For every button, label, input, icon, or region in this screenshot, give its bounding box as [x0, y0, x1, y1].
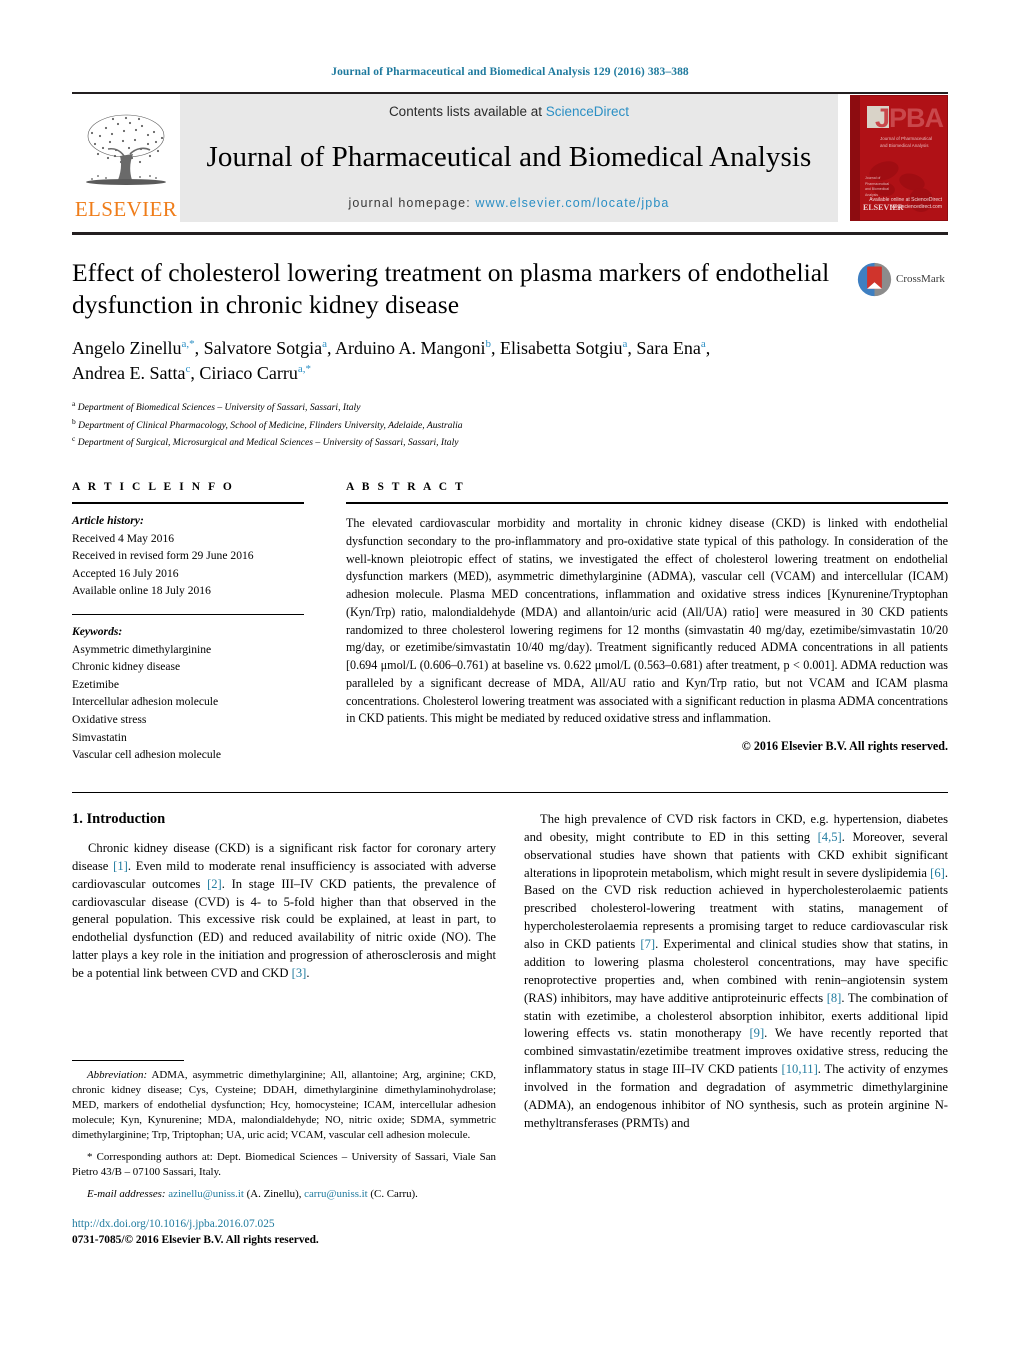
- crossmark-icon: [856, 261, 893, 297]
- title-block: CrossMark Effect of cholesterol lowering…: [72, 257, 948, 451]
- sciencedirect-link[interactable]: ScienceDirect: [546, 104, 629, 119]
- journal-homepage-line: journal homepage: www.elsevier.com/locat…: [349, 196, 670, 210]
- keyword-item: Simvastatin: [72, 730, 127, 744]
- keywords-separator-rule: [72, 614, 304, 616]
- running-head: Journal of Pharmaceutical and Biomedical…: [331, 66, 689, 78]
- keywords-label: Keywords:: [72, 625, 123, 639]
- cover-subtitle: Journal of Pharmaceutical and Biomedical…: [880, 136, 933, 148]
- footnote-region: Abbreviation: ADMA, asymmetric dimethyla…: [72, 1060, 496, 1202]
- crossmark-badge[interactable]: CrossMark: [856, 259, 948, 299]
- affiliation-list: a Department of Biomedical Sciences – Un…: [72, 398, 948, 451]
- history-item: Available online 18 July 2016: [72, 584, 211, 598]
- affiliation-item: b Department of Clinical Pharmacology, S…: [72, 416, 463, 431]
- keyword-item: Oxidative stress: [72, 713, 147, 727]
- homepage-url-link[interactable]: www.elsevier.com/locate/jpba: [475, 196, 669, 210]
- journal-cover-thumbnail: JPBA Journal of Pharmaceutical and Biome…: [838, 94, 948, 222]
- intro-paragraph-right: The high prevalence of CVD risk factors …: [524, 811, 948, 1130]
- affiliation-item: c Department of Surgical, Microsurgical …: [72, 434, 459, 449]
- abstract-column: A B S T R A C T The elevated cardiovascu…: [346, 481, 948, 764]
- doi-block: http://dx.doi.org/10.1016/j.jpba.2016.07…: [72, 1216, 496, 1248]
- masthead-center-panel: Contents lists available at ScienceDirec…: [180, 94, 838, 222]
- author-list: Angelo Zinellua,*, Salvatore Sotgiaa, Ar…: [72, 336, 948, 385]
- keyword-item: Vascular cell adhesion molecule: [72, 748, 222, 762]
- keyword-item: Ezetimibe: [72, 677, 119, 691]
- issn-copyright-line: 0731-7085/© 2016 Elsevier B.V. All right…: [72, 1234, 319, 1247]
- info-abstract-region: A R T I C L E I N F O Article history: R…: [72, 481, 948, 764]
- cover-sciencedirect-mark: Available online at ScienceDirect www.sc…: [869, 197, 942, 210]
- abstract-copyright: © 2016 Elsevier B.V. All rights reserved…: [741, 739, 948, 754]
- cover-image: JPBA Journal of Pharmaceutical and Biome…: [850, 95, 948, 221]
- contents-available-line: Contents lists available at ScienceDirec…: [389, 104, 629, 119]
- abstract-rule: [346, 502, 948, 504]
- elsevier-wordmark: ELSEVIER: [74, 197, 178, 221]
- section-heading-introduction: 1. Introduction: [72, 810, 166, 827]
- keyword-item: Chronic kidney disease: [72, 660, 181, 674]
- abstract-heading: A B S T R A C T: [346, 481, 466, 493]
- cover-side-label: Journal of Pharmaceutical and Biomedical…: [865, 176, 890, 197]
- article-history-label: Article history:: [72, 514, 144, 527]
- intro-paragraph-left: Chronic kidney disease (CKD) is a signif…: [72, 840, 496, 981]
- article-info-heading: A R T I C L E I N F O: [72, 481, 235, 493]
- footnote-rule: [72, 1060, 184, 1061]
- doi-link[interactable]: http://dx.doi.org/10.1016/j.jpba.2016.07…: [72, 1216, 496, 1232]
- contents-prefix: Contents lists available at: [388, 104, 546, 119]
- history-item: Accepted 16 July 2016: [72, 566, 179, 580]
- keyword-item: Intercellular adhesion molecule: [72, 695, 219, 709]
- journal-masthead: ELSEVIER Contents lists available at Sci…: [72, 92, 948, 222]
- history-item: Received in revised form 29 June 2016: [72, 549, 254, 563]
- elsevier-logo: ELSEVIER: [72, 94, 180, 222]
- body-right-column: The high prevalence of CVD risk factors …: [524, 811, 948, 1133]
- keywords-block: Keywords: Asymmetric dimethylarginine Ch…: [72, 623, 304, 764]
- keyword-item: Asymmetric dimethylarginine: [72, 642, 212, 656]
- homepage-prefix: journal homepage:: [348, 195, 476, 210]
- journal-title: Journal of Pharmaceutical and Biomedical…: [206, 140, 812, 173]
- article-history-block: Article history: Received 4 May 2016 Rec…: [72, 512, 304, 600]
- abbreviation-footnote: Abbreviation: ADMA, asymmetric dimethyla…: [72, 1069, 496, 1142]
- page-title: Effect of cholesterol lowering treatment…: [72, 258, 830, 320]
- abstract-text: The elevated cardiovascular morbidity an…: [346, 516, 948, 726]
- history-item: Received 4 May 2016: [72, 531, 175, 545]
- masthead-bottom-rule: [72, 232, 948, 235]
- author-line-1: Angelo Zinellua,*, Salvatore Sotgiaa, Ar…: [72, 338, 711, 359]
- elsevier-tree-icon: [86, 114, 166, 185]
- corresponding-author-footnote: * Corresponding authors at: Dept. Biomed…: [72, 1151, 496, 1179]
- body-top-rule: [72, 791, 948, 793]
- crossmark-label: CrossMark: [896, 273, 945, 285]
- paper-page: Journal of Pharmaceutical and Biomedical…: [0, 0, 1020, 1351]
- email-footnote: E-mail addresses: azinellu@uniss.it (A. …: [87, 1188, 418, 1201]
- author-line-2: Andrea E. Sattac, Ciriaco Carrua,*: [72, 362, 311, 383]
- affiliation-item: a Department of Biomedical Sciences – Un…: [72, 398, 361, 414]
- cover-acronym: JPBA: [874, 103, 944, 133]
- article-info-rule: [72, 502, 304, 504]
- article-info-column: A R T I C L E I N F O Article history: R…: [72, 481, 304, 764]
